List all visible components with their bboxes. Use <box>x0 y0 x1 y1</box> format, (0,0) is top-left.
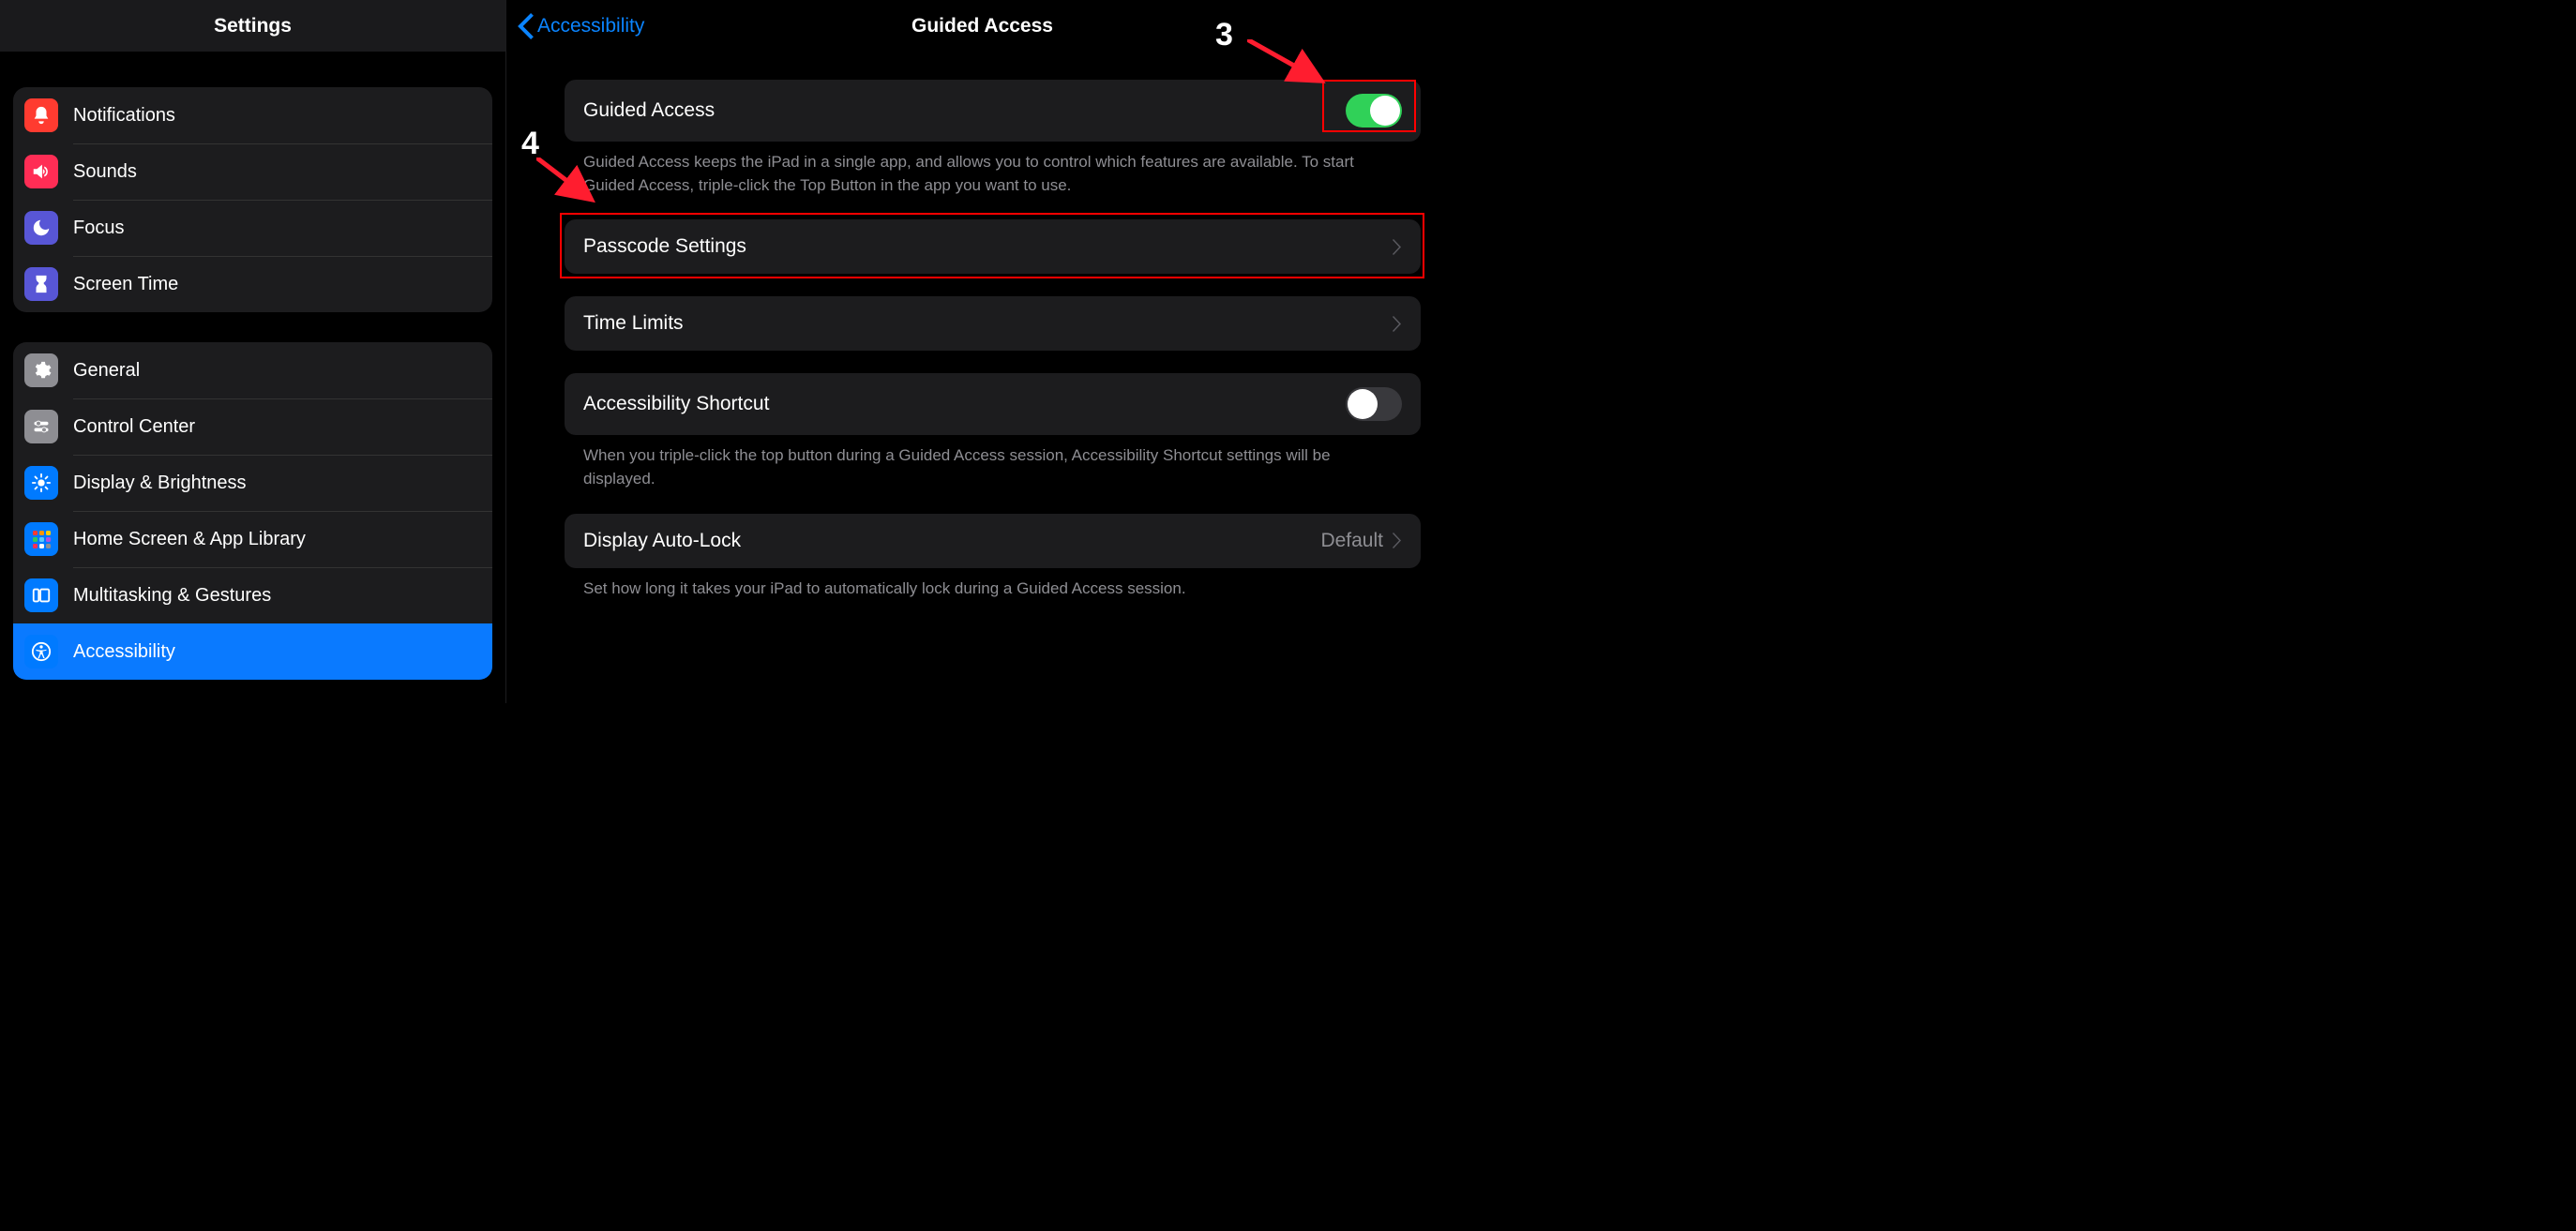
back-button[interactable]: Accessibility <box>506 13 644 39</box>
sidebar-group-device: General Control Center Display & Brightn… <box>13 342 492 680</box>
chevron-right-icon <box>1393 239 1402 255</box>
screen-time-icon <box>24 267 58 301</box>
sidebar-group-activity: Notifications Sounds Focus <box>13 87 492 312</box>
label-passcode: Passcode Settings <box>583 235 746 258</box>
chevron-right-icon <box>1393 316 1402 332</box>
chevron-right-icon <box>1393 533 1402 548</box>
sidebar-item-screen-time[interactable]: Screen Time <box>13 256 492 312</box>
sidebar-label-multitasking: Multitasking & Gestures <box>73 585 271 607</box>
sidebar-label-home-screen: Home Screen & App Library <box>73 529 306 550</box>
section-accessibility-shortcut: Accessibility Shortcut When you triple-c… <box>565 373 1421 490</box>
sidebar-label-notifications: Notifications <box>73 105 175 127</box>
detail-pane: Accessibility Guided Access Guided Acces… <box>506 0 1458 703</box>
toggle-accessibility-shortcut[interactable] <box>1346 387 1402 421</box>
sidebar-item-accessibility[interactable]: Accessibility <box>13 623 492 680</box>
detail-title: Guided Access <box>506 15 1458 38</box>
brightness-icon <box>24 466 58 500</box>
section-guided-access: Guided Access Guided Access keeps the iP… <box>565 80 1421 197</box>
sidebar-item-sounds[interactable]: Sounds <box>13 143 492 200</box>
label-accessibility-shortcut: Accessibility Shortcut <box>583 393 769 415</box>
sidebar-item-multitasking[interactable]: Multitasking & Gestures <box>13 567 492 623</box>
row-accessibility-shortcut[interactable]: Accessibility Shortcut <box>565 373 1421 435</box>
sidebar-item-focus[interactable]: Focus <box>13 200 492 256</box>
footer-accessibility-shortcut: When you triple-click the top button dur… <box>565 435 1421 490</box>
sidebar-item-control-center[interactable]: Control Center <box>13 398 492 455</box>
focus-icon <box>24 211 58 245</box>
sidebar-title: Settings <box>214 15 292 38</box>
home-screen-icon <box>24 522 58 556</box>
toggle-guided-access[interactable] <box>1346 94 1402 128</box>
gear-icon <box>24 353 58 387</box>
label-time-limits: Time Limits <box>583 312 684 335</box>
sidebar: Settings Notifications Sounds <box>0 0 506 703</box>
row-passcode-settings[interactable]: Passcode Settings <box>565 219 1421 274</box>
sidebar-item-home-screen[interactable]: Home Screen & App Library <box>13 511 492 567</box>
chevron-left-icon <box>518 13 534 39</box>
control-center-icon <box>24 410 58 443</box>
detail-body[interactable]: Guided Access Guided Access keeps the iP… <box>506 52 1458 703</box>
footer-auto-lock: Set how long it takes your iPad to autom… <box>565 568 1421 601</box>
sidebar-item-notifications[interactable]: Notifications <box>13 87 492 143</box>
row-display-auto-lock[interactable]: Display Auto-Lock Default <box>565 514 1421 568</box>
notification-icon <box>24 98 58 132</box>
row-time-limits[interactable]: Time Limits <box>565 296 1421 351</box>
sidebar-label-control-center: Control Center <box>73 416 195 438</box>
sidebar-label-sounds: Sounds <box>73 161 137 183</box>
accessibility-icon <box>24 635 58 668</box>
sounds-icon <box>24 155 58 188</box>
sidebar-item-display-brightness[interactable]: Display & Brightness <box>13 455 492 511</box>
sidebar-label-display-brightness: Display & Brightness <box>73 473 247 494</box>
footer-guided-access: Guided Access keeps the iPad in a single… <box>565 142 1421 197</box>
multitasking-icon <box>24 578 58 612</box>
sidebar-header: Settings <box>0 0 505 52</box>
detail-header: Accessibility Guided Access <box>506 0 1458 52</box>
sidebar-label-screen-time: Screen Time <box>73 274 178 295</box>
sidebar-label-general: General <box>73 360 140 382</box>
section-passcode: Passcode Settings <box>565 219 1421 274</box>
section-auto-lock: Display Auto-Lock Default Set how long i… <box>565 514 1421 601</box>
section-time-limits: Time Limits <box>565 296 1421 351</box>
value-auto-lock: Default <box>1320 530 1383 552</box>
sidebar-scroll[interactable]: Notifications Sounds Focus <box>0 52 505 703</box>
sidebar-item-general[interactable]: General <box>13 342 492 398</box>
sidebar-label-focus: Focus <box>73 218 124 239</box>
back-label: Accessibility <box>537 15 644 38</box>
row-guided-access[interactable]: Guided Access <box>565 80 1421 142</box>
label-auto-lock: Display Auto-Lock <box>583 530 741 552</box>
sidebar-label-accessibility: Accessibility <box>73 641 175 663</box>
label-guided-access: Guided Access <box>583 99 715 122</box>
